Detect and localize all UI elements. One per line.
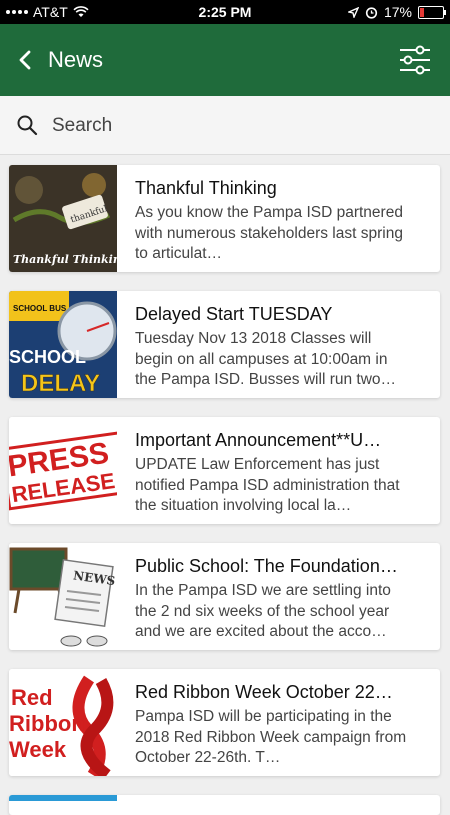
thumb-caption: Thankful Thinking	[13, 253, 117, 266]
page-title: News	[48, 47, 104, 72]
news-title: Delayed Start TUESDAY	[135, 304, 333, 324]
sliders-icon	[400, 45, 430, 75]
thumb-caption-1: SCHOOL	[9, 347, 86, 367]
thumb-bus-text: SCHOOL BUS	[13, 304, 67, 313]
news-thumbnail: Red Ribbon Week	[9, 669, 117, 776]
news-thumbnail: thankful Thankful Thinking	[9, 165, 117, 272]
news-snippet: Pampa ISD will be participating in the 2…	[135, 708, 407, 766]
news-title: Important Announcement**U…	[135, 430, 382, 450]
thumb-caption-1: Red	[11, 685, 53, 710]
news-item-partial[interactable]	[9, 795, 440, 815]
search-bar	[0, 96, 450, 155]
news-title: Red Ribbon Week October 22…	[135, 682, 393, 702]
news-thumbnail: SCHOOL BUS SCHOOL DELAY	[9, 291, 117, 398]
news-thumbnail: NEWS	[9, 543, 117, 650]
thumb-caption-2: DELAY	[21, 370, 100, 397]
news-title: Thankful Thinking	[135, 178, 277, 198]
thumb-caption-3: Week	[9, 737, 67, 762]
news-snippet: In the Pampa ISD we are settling into th…	[135, 582, 391, 640]
battery-percent: 17%	[383, 4, 412, 20]
news-snippet: As you know the Pampa ISD partnered with…	[135, 204, 403, 262]
news-thumbnail	[9, 795, 117, 801]
news-snippet: UPDATE Law Enforcement has just notified…	[135, 456, 400, 514]
location-icon	[347, 6, 359, 18]
news-item-delayed-start[interactable]: SCHOOL BUS SCHOOL DELAY Delayed Start TU…	[9, 291, 440, 398]
search-icon	[17, 115, 38, 136]
news-item-thankful-thinking[interactable]: thankful Thankful Thinking Thankful Thin…	[9, 165, 440, 272]
app-header: News	[0, 24, 450, 96]
chevron-left-icon	[19, 50, 31, 70]
filter-settings-button[interactable]	[398, 44, 432, 76]
news-item-public-school[interactable]: NEWS Public School: The Foundation… In t…	[9, 543, 440, 650]
alarm-icon	[365, 6, 378, 19]
battery-icon	[418, 5, 446, 19]
back-button[interactable]	[12, 46, 40, 74]
status-bar: AT&T 2:25 PM 17%	[0, 0, 450, 24]
news-item-red-ribbon-week[interactable]: Red Ribbon Week Red Ribbon Week October …	[9, 669, 440, 776]
news-item-important-announcement[interactable]: PRESS RELEASE Important Announcement**U……	[9, 417, 440, 524]
thumb-caption-2: Ribbon	[9, 711, 85, 736]
news-snippet: Tuesday Nov 13 2018 Classes will begin o…	[135, 330, 397, 388]
news-thumbnail: PRESS RELEASE	[9, 417, 117, 524]
news-title: Public School: The Foundation…	[135, 556, 398, 576]
search-input[interactable]	[50, 110, 434, 142]
